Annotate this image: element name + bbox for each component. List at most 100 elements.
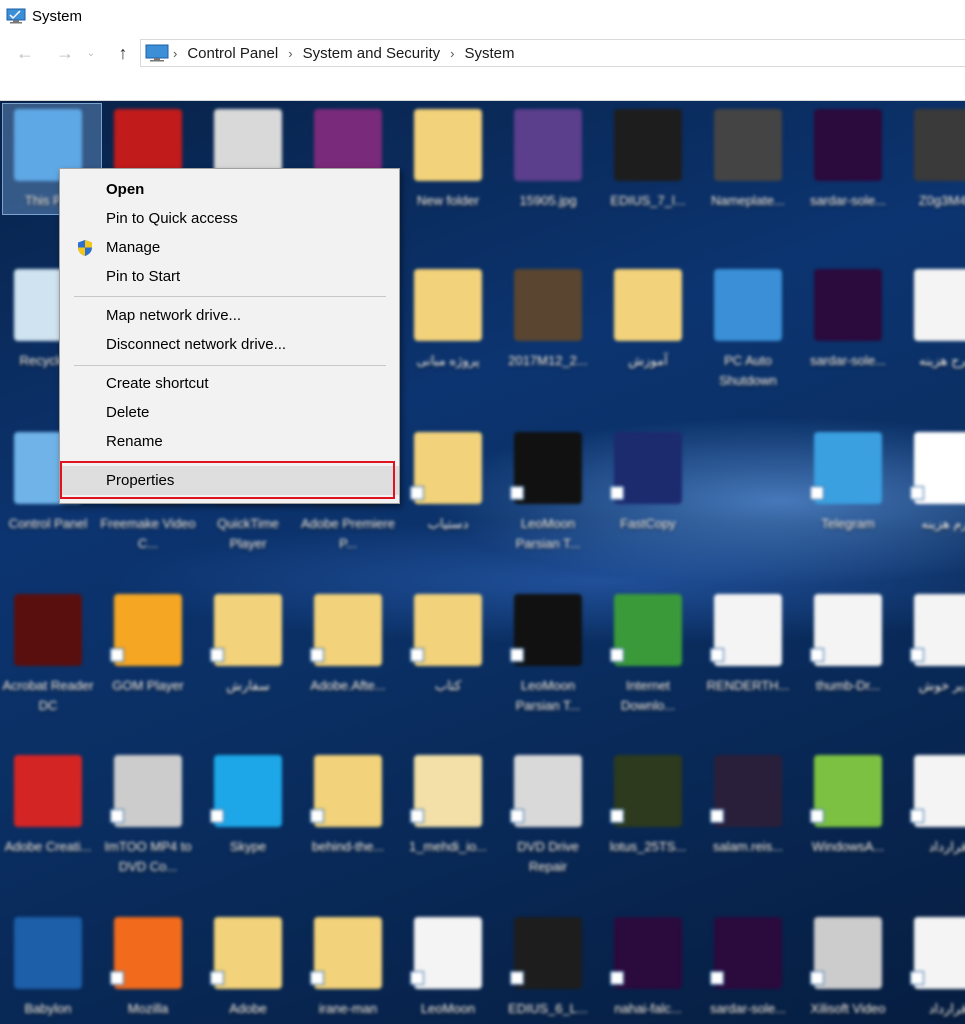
desktop-icon[interactable]: Internet Downlo... <box>600 588 696 738</box>
window-title: System <box>32 7 83 25</box>
desktop-icon-image <box>414 594 482 666</box>
desktop-icon-image <box>514 917 582 989</box>
desktop-icon-label: Skype <box>229 839 267 854</box>
desktop-icon[interactable]: GOM Player <box>100 588 196 738</box>
desktop-icon[interactable]: LeoMoon Parsian T... <box>500 426 596 576</box>
menu-item-open[interactable]: Open <box>60 175 399 204</box>
desktop-icon[interactable]: sardar-sole... <box>800 263 896 413</box>
desktop-icon[interactable]: nahai-falc... <box>600 911 696 1024</box>
menu-item-label: Map network drive... <box>106 307 242 324</box>
desktop-icon[interactable]: سفارش <box>200 588 296 738</box>
desktop-icon[interactable]: Mozilla <box>100 911 196 1024</box>
desktop-icon[interactable]: EDIUS_7_l... <box>600 103 696 253</box>
desktop-icon-image <box>14 755 82 827</box>
desktop-icon[interactable]: salam.reis... <box>700 749 796 899</box>
desktop-icon-image <box>714 109 782 181</box>
desktop-icon[interactable]: Adobe <box>200 911 296 1024</box>
desktop-icon[interactable]: RENDERTH... <box>700 588 796 738</box>
desktop-icon[interactable]: lotus_25TS... <box>600 749 696 899</box>
desktop-icon[interactable]: LeoMoon Parsian T... <box>500 588 596 738</box>
up-arrow-icon[interactable]: ↑ <box>110 36 136 70</box>
desktop-icon-label: Xilisoft Video <box>810 1001 886 1016</box>
desktop-icon-label: New folder <box>416 193 480 208</box>
desktop-icon[interactable]: Skype <box>200 749 296 899</box>
menu-item-disconnect-network-drive[interactable]: Disconnect network drive... <box>60 330 399 359</box>
desktop-icon[interactable]: sardar-sole... <box>700 911 796 1024</box>
menu-item-create-shortcut[interactable]: Create shortcut <box>60 369 399 398</box>
desktop-icon-image <box>614 755 682 827</box>
desktop-icon[interactable]: FastCopy <box>600 426 696 576</box>
desktop-icon[interactable]: ImTOO MP4 to DVD Co... <box>100 749 196 899</box>
desktop-icon-image <box>814 432 882 504</box>
menu-item-map-network-drive[interactable]: Map network drive... <box>60 301 399 330</box>
desktop-icon-image <box>814 755 882 827</box>
desktop-icon-image <box>114 917 182 989</box>
desktop-icon[interactable]: Nameplate... <box>700 103 796 253</box>
menu-item-label: Open <box>106 181 145 198</box>
desktop-icon[interactable]: Z0g3M4... <box>900 103 965 253</box>
menu-item-rename[interactable]: Rename <box>60 427 399 456</box>
desktop-icon[interactable]: Adobe.Afte... <box>300 588 396 738</box>
desktop-icon-label: قرارداد <box>928 1001 965 1016</box>
shortcut-arrow-icon <box>910 809 924 823</box>
desktop-icon[interactable]: Acrobat Reader DC <box>0 588 96 738</box>
menu-item-label: Disconnect network drive... <box>106 336 287 353</box>
desktop-icon[interactable]: irane-man <box>300 911 396 1024</box>
desktop-icon[interactable]: LeoMoon <box>400 911 496 1024</box>
desktop-icon[interactable]: New folder <box>400 103 496 253</box>
breadcrumb-control-panel[interactable]: Control Panel <box>181 45 284 62</box>
back-arrow-icon[interactable]: ← <box>12 36 38 70</box>
desktop-icon[interactable]: thumb-Dr... <box>800 588 896 738</box>
desktop-icon[interactable]: کتاب <box>400 588 496 738</box>
desktop-icon[interactable]: قرارداد <box>900 911 965 1024</box>
breadcrumb-separator-icon: › <box>450 45 455 61</box>
breadcrumb-system-and-security[interactable]: System and Security <box>297 45 447 62</box>
desktop-icon-label: thumb-Dr... <box>815 678 881 693</box>
desktop-icon[interactable]: EDIUS_6_L... <box>500 911 596 1024</box>
system-monitor-icon <box>6 8 26 24</box>
desktop-icon-image <box>214 755 282 827</box>
desktop-icon[interactable]: behind-the... <box>300 749 396 899</box>
menu-item-delete[interactable]: Delete <box>60 398 399 427</box>
desktop-icon-label: behind-the... <box>311 839 385 854</box>
recent-locations-chevron-icon[interactable]: ⌄ <box>84 36 98 70</box>
desktop-icon-image <box>714 917 782 989</box>
desktop-icon[interactable]: دستیاب <box>400 426 496 576</box>
desktop-icon[interactable]: 1_mehdi_io... <box>400 749 496 899</box>
shortcut-arrow-icon <box>810 971 824 985</box>
desktop-icon[interactable]: مدیر خوش <box>900 588 965 738</box>
desktop-icon[interactable]: قرارداد <box>900 749 965 899</box>
menu-item-manage[interactable]: Manage <box>60 233 399 262</box>
menu-item-pin-to-start[interactable]: Pin to Start <box>60 262 399 291</box>
desktop-icon-label: کتاب <box>434 678 462 693</box>
desktop-icon-image <box>114 594 182 666</box>
menu-item-label: Rename <box>106 433 163 450</box>
menu-item-pin-to-quick-access[interactable]: Pin to Quick access <box>60 204 399 233</box>
desktop-icon[interactable]: Babylon <box>0 911 96 1024</box>
desktop-icon[interactable]: PC Auto Shutdown <box>700 263 796 413</box>
desktop-icon[interactable]: فرم هزینه <box>900 426 965 576</box>
address-bar[interactable]: › Control Panel › System and Security › … <box>140 39 965 67</box>
desktop-icon[interactable]: Xilisoft Video <box>800 911 896 1024</box>
shortcut-arrow-icon <box>510 809 524 823</box>
shortcut-arrow-icon <box>710 648 724 662</box>
forward-arrow-icon[interactable]: → <box>52 36 78 70</box>
desktop-icon-label: salam.reis... <box>712 839 784 854</box>
desktop-icon-label: Acrobat Reader DC <box>2 678 94 713</box>
desktop-icon[interactable]: آموزش <box>600 263 696 413</box>
desktop-icon[interactable]: 2017M12_2... <box>500 263 596 413</box>
desktop-icon[interactable]: WindowsA... <box>800 749 896 899</box>
breadcrumb-system[interactable]: System <box>458 45 520 62</box>
desktop-icon-label: LeoMoon Parsian T... <box>515 516 581 551</box>
breadcrumb-separator-icon: › <box>173 45 178 61</box>
desktop-icon-label: EDIUS_6_L... <box>508 1001 588 1016</box>
desktop-icon[interactable]: sardar-sole... <box>800 103 896 253</box>
desktop-icon[interactable]: 15905.jpg <box>500 103 596 253</box>
desktop-icon[interactable]: Adobe Creati... <box>0 749 96 899</box>
desktop-icon[interactable]: Telegram <box>800 426 896 576</box>
shortcut-arrow-icon <box>810 809 824 823</box>
desktop-icon[interactable]: پروژه مبانی <box>400 263 496 413</box>
desktop-icon-label: پروژه مبانی <box>416 353 480 368</box>
desktop-icon[interactable]: طرح هزینه <box>900 263 965 413</box>
desktop-icon[interactable]: DVD Drive Repair <box>500 749 596 899</box>
